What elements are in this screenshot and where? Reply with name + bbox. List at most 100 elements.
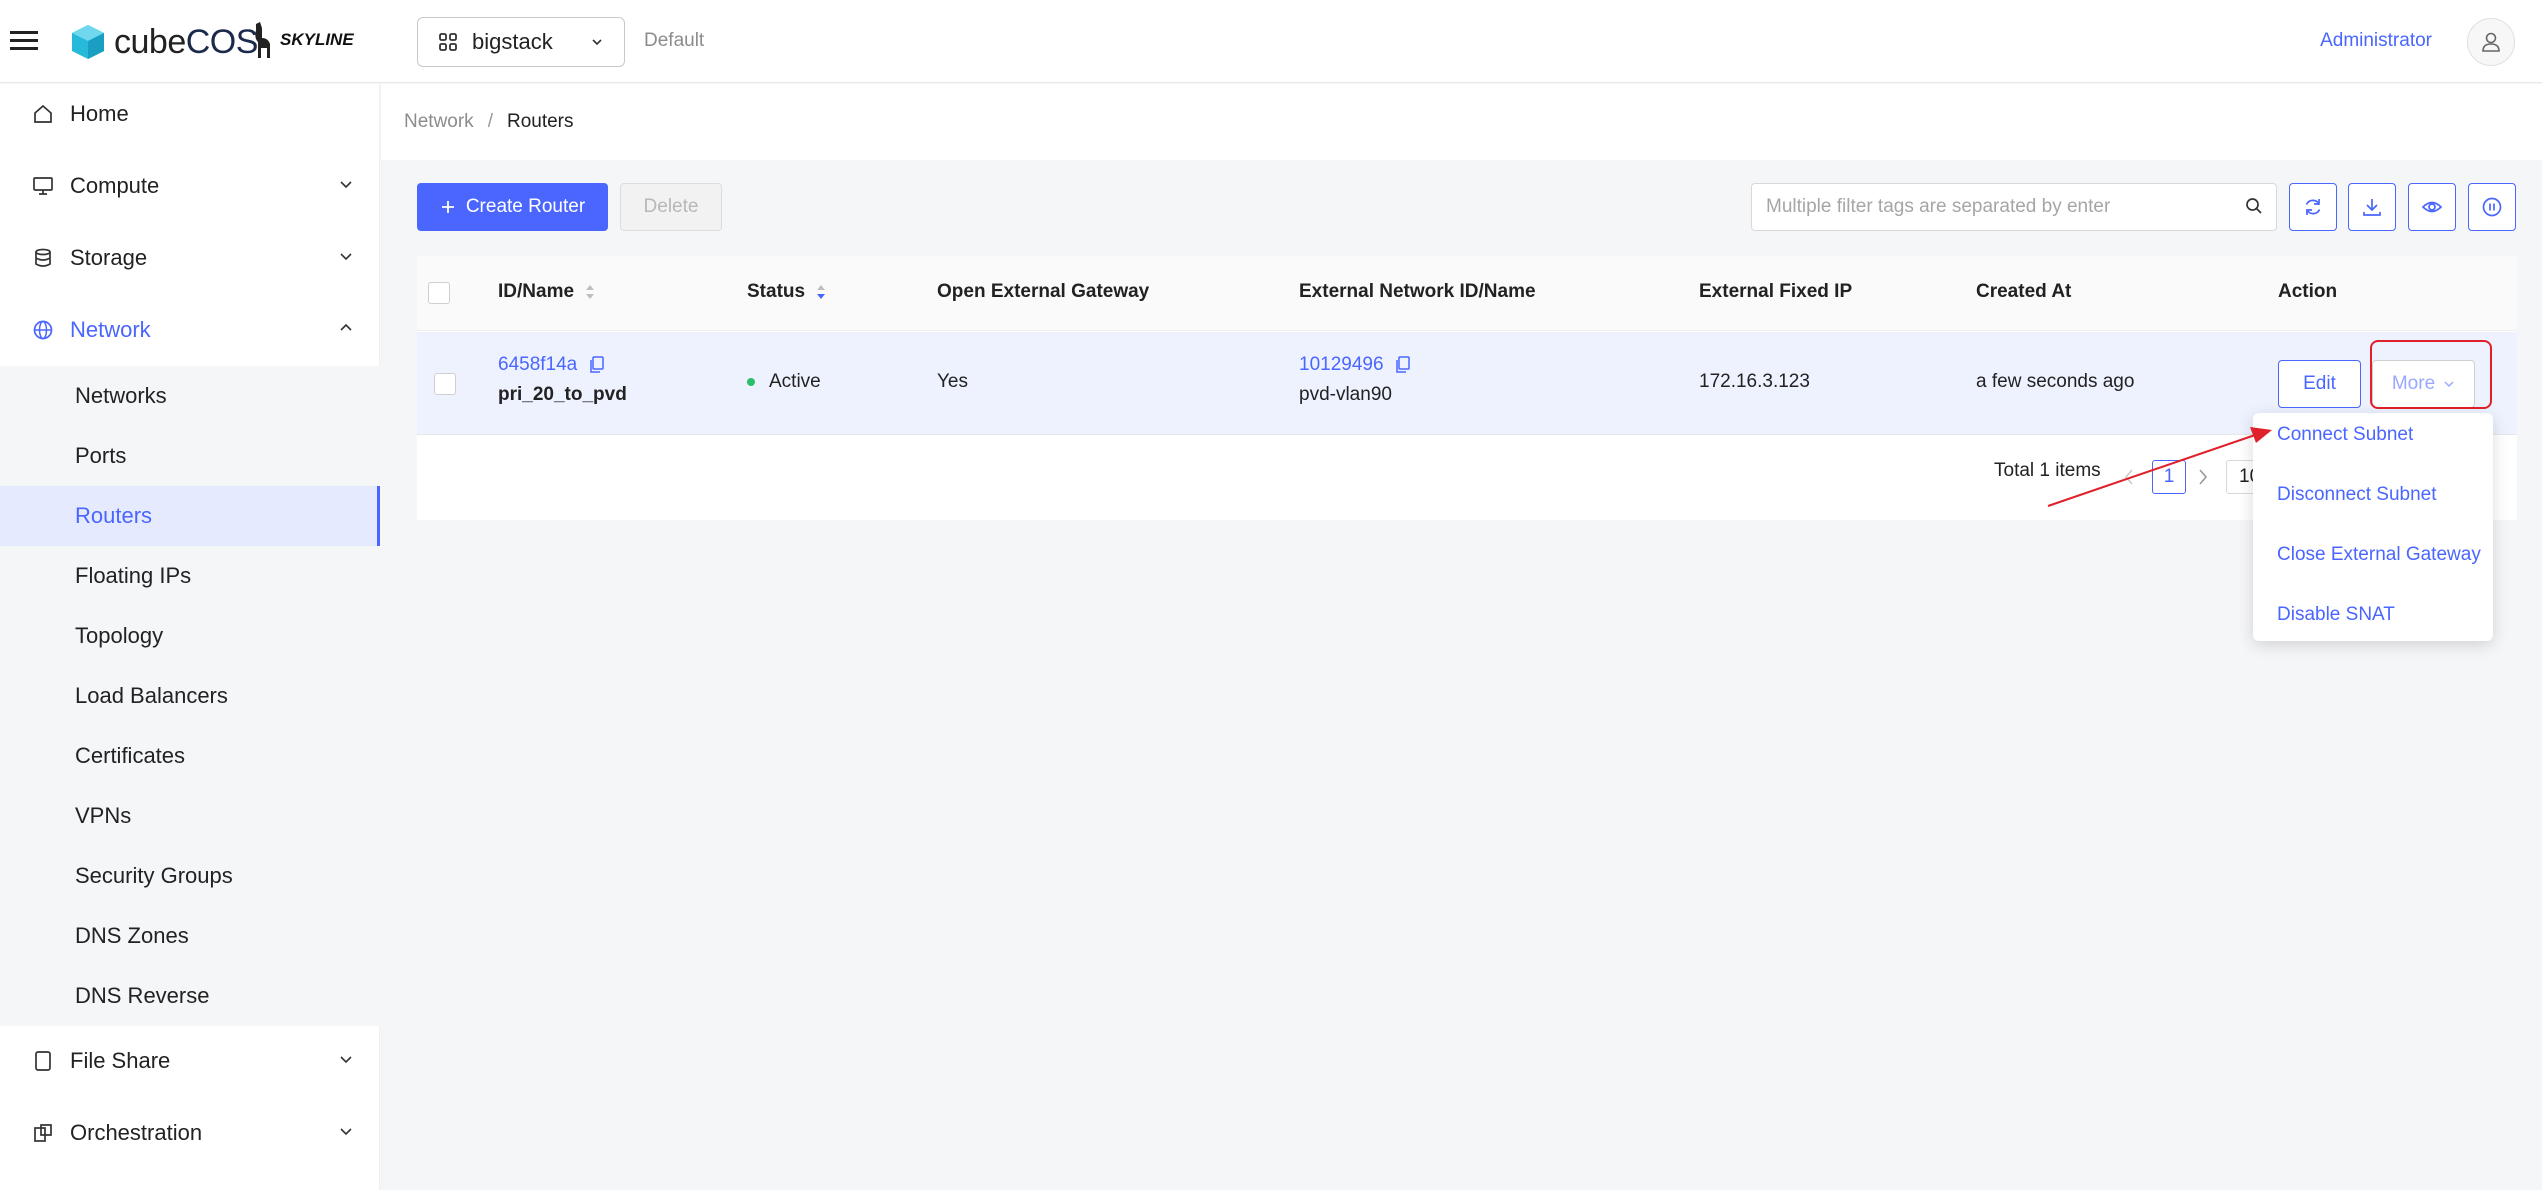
status-dot-icon xyxy=(747,377,755,386)
column-action: Action xyxy=(2278,281,2338,302)
sort-icon xyxy=(817,285,826,299)
eye-icon xyxy=(2421,201,2443,213)
chevron-up-icon xyxy=(340,323,352,331)
project-select[interactable]: bigstack xyxy=(417,17,625,67)
sidebar-item-ports[interactable]: Ports xyxy=(0,426,380,486)
column-external-fixed-ip: External Fixed IP xyxy=(1699,281,1853,302)
sidebar-item-label: Compute xyxy=(70,173,160,198)
disconnect-subnet-menu-item[interactable]: Disconnect Subnet xyxy=(2277,484,2437,506)
edit-button[interactable]: Edit xyxy=(2278,360,2361,408)
connect-subnet-menu-item[interactable]: Connect Subnet xyxy=(2277,424,2413,446)
chevron-right-icon[interactable] xyxy=(2196,467,2210,487)
delete-button[interactable]: Delete xyxy=(620,183,722,231)
chevron-down-icon xyxy=(340,181,352,189)
sidebar-item-routers[interactable]: Routers xyxy=(0,486,380,546)
chevron-down-icon xyxy=(340,253,352,261)
created-at-value: a few seconds ago xyxy=(1976,371,2135,392)
copy-icon[interactable] xyxy=(1395,356,1411,374)
annotation-arrow xyxy=(2047,427,2272,507)
home-icon xyxy=(34,104,52,123)
open-gateway-value: Yes xyxy=(937,371,968,392)
sidebar-item-security-groups[interactable]: Security Groups xyxy=(0,846,380,906)
top-header: cubeCOS SKYLINE bigstack Default Adminis… xyxy=(0,0,2542,83)
pause-refresh-button[interactable] xyxy=(2468,183,2516,231)
sidebar-item-certificates[interactable]: Certificates xyxy=(0,726,380,786)
status-text: Active xyxy=(769,371,821,392)
column-label: ID/Name xyxy=(498,281,575,302)
pause-circle-icon xyxy=(2482,197,2502,217)
skyline-text: SKYLINE xyxy=(280,30,354,49)
download-button[interactable] xyxy=(2348,183,2396,231)
total-items: Total 1 items xyxy=(1994,460,2101,481)
sidebar-item-compute[interactable]: Compute xyxy=(0,156,380,216)
select-all-checkbox[interactable] xyxy=(428,282,450,304)
search-input[interactable] xyxy=(1752,184,2222,230)
chevron-left-icon[interactable] xyxy=(2122,467,2136,487)
cubecos-logo[interactable]: cubeCOS xyxy=(70,22,258,62)
table-header: ID/Name Status Open External Gateway Ext… xyxy=(417,256,2517,331)
column-open-external-gateway: Open External Gateway xyxy=(937,281,1150,302)
brand-cos-text: COS xyxy=(185,22,259,61)
file-icon xyxy=(35,1051,51,1071)
close-external-gateway-menu-item[interactable]: Close External Gateway xyxy=(2277,544,2481,566)
sidebar-item-storage[interactable]: Storage xyxy=(0,228,380,288)
breadcrumb-network[interactable]: Network xyxy=(404,111,474,133)
external-network-id-link[interactable]: 10129496 xyxy=(1299,354,1384,375)
column-id-name[interactable]: ID/Name xyxy=(498,281,596,303)
column-status[interactable]: Status xyxy=(747,281,827,303)
column-visibility-button[interactable] xyxy=(2408,183,2456,231)
column-created-at: Created At xyxy=(1976,281,2072,302)
annotation-highlight-box xyxy=(2370,340,2492,409)
search-icon[interactable] xyxy=(2244,196,2264,216)
globe-icon xyxy=(33,320,53,340)
router-id-link[interactable]: 6458f14a xyxy=(498,354,577,375)
orchestration-icon xyxy=(34,1124,52,1142)
sidebar-item-label: Network xyxy=(70,317,151,342)
sidebar-item-topology[interactable]: Topology xyxy=(0,606,380,666)
monitor-icon xyxy=(33,177,53,195)
disable-snat-menu-item[interactable]: Disable SNAT xyxy=(2277,604,2395,626)
column-external-network: External Network ID/Name xyxy=(1299,281,1536,302)
sidebar-item-orchestration[interactable]: Orchestration xyxy=(0,1103,380,1163)
user-name-link[interactable]: Administrator xyxy=(2320,30,2432,52)
sidebar-item-label: Home xyxy=(70,101,129,126)
sidebar-item-file-share[interactable]: File Share xyxy=(0,1031,380,1091)
row-checkbox[interactable] xyxy=(434,373,456,395)
menu-icon[interactable] xyxy=(8,26,40,56)
create-router-button[interactable]: Create Router xyxy=(417,183,608,231)
download-icon xyxy=(2363,199,2381,216)
sidebar-item-network[interactable]: Network xyxy=(0,300,380,360)
sidebar-item-dns-zones[interactable]: DNS Zones xyxy=(0,906,380,966)
database-icon xyxy=(35,248,51,267)
column-label: Status xyxy=(747,281,806,302)
chevron-down-icon xyxy=(340,1056,352,1064)
sidebar: Home Compute Storage Network Networks Po… xyxy=(0,84,380,1190)
sidebar-item-vpns[interactable]: VPNs xyxy=(0,786,380,846)
chevron-down-icon xyxy=(592,39,602,46)
cube-logo-icon xyxy=(72,25,104,59)
breadcrumb-separator: / xyxy=(487,111,493,132)
domain-label: Default xyxy=(644,30,705,51)
page-number-button[interactable]: 1 xyxy=(2152,460,2186,494)
chevron-down-icon xyxy=(340,1128,352,1136)
create-router-label: Create Router xyxy=(465,196,586,217)
table-row[interactable]: 6458f14a pri_20_to_pvd Active Yes 101294… xyxy=(417,332,2517,435)
skyline-logo: SKYLINE xyxy=(250,20,354,60)
sidebar-item-networks[interactable]: Networks xyxy=(0,366,380,426)
sidebar-item-label: Orchestration xyxy=(70,1120,203,1145)
project-name: bigstack xyxy=(472,29,553,54)
external-network-name: pvd-vlan90 xyxy=(1299,384,1392,405)
sidebar-item-floating-ips[interactable]: Floating IPs xyxy=(0,546,380,606)
network-submenu: Networks Ports Routers Floating IPs Topo… xyxy=(0,366,380,1026)
sidebar-item-load-balancers[interactable]: Load Balancers xyxy=(0,666,380,726)
llama-icon xyxy=(255,22,270,58)
sort-icon xyxy=(586,285,595,299)
refresh-button[interactable] xyxy=(2289,183,2337,231)
breadcrumb: Network / Routers xyxy=(381,84,2542,160)
brand-cube-text: cube xyxy=(114,22,186,61)
copy-icon[interactable] xyxy=(589,356,605,374)
user-icon xyxy=(2482,32,2500,52)
avatar[interactable] xyxy=(2467,18,2515,66)
sidebar-item-dns-reverse[interactable]: DNS Reverse xyxy=(0,966,380,1026)
sidebar-item-home[interactable]: Home xyxy=(0,84,380,144)
